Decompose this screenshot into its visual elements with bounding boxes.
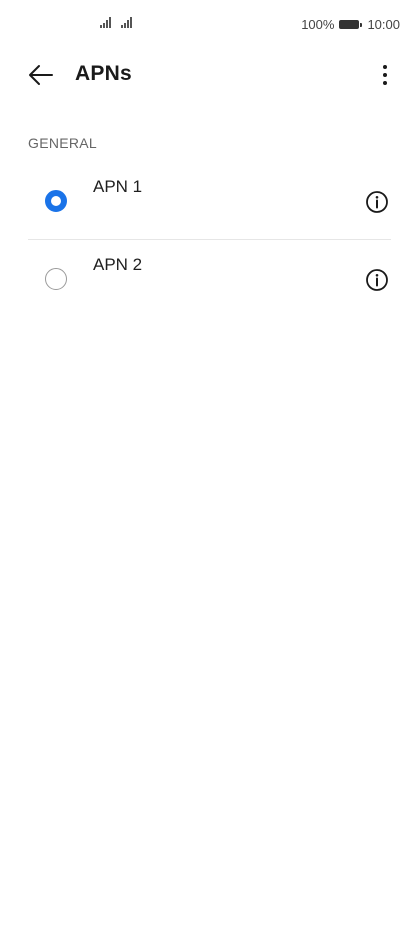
apn-name: APN 2 (93, 255, 143, 274)
signal-group (100, 17, 132, 28)
page-title: APNs (75, 62, 132, 85)
status-bar: 100% 10:00 (0, 0, 419, 50)
radio-button-selected[interactable] (45, 190, 67, 212)
apn-settings-screen: 100% 10:00 APNs GENERAL APN 1 APN 2 (0, 0, 419, 931)
list-item-apn-2[interactable]: APN 2 (0, 240, 419, 318)
signal-icon (121, 17, 132, 28)
battery-icon (339, 20, 363, 29)
signal-icon (100, 17, 111, 28)
list-item-apn-1[interactable]: APN 1 (0, 162, 419, 240)
more-options-button[interactable] (373, 60, 397, 90)
section-header-general: GENERAL (28, 135, 98, 151)
apn-name: APN 1 (93, 177, 143, 196)
info-icon[interactable] (365, 268, 389, 292)
clock: 10:00 (367, 17, 400, 32)
battery-percent: 100% (301, 17, 335, 32)
app-bar: APNs (0, 50, 419, 100)
arrow-left-icon (29, 65, 53, 85)
apn-list: APN 1 APN 2 (0, 162, 419, 318)
status-right: 100% 10:00 (301, 17, 400, 32)
info-icon[interactable] (365, 190, 389, 214)
radio-button-unselected[interactable] (45, 268, 67, 290)
back-button[interactable] (24, 60, 58, 90)
more-vertical-icon (383, 65, 387, 69)
